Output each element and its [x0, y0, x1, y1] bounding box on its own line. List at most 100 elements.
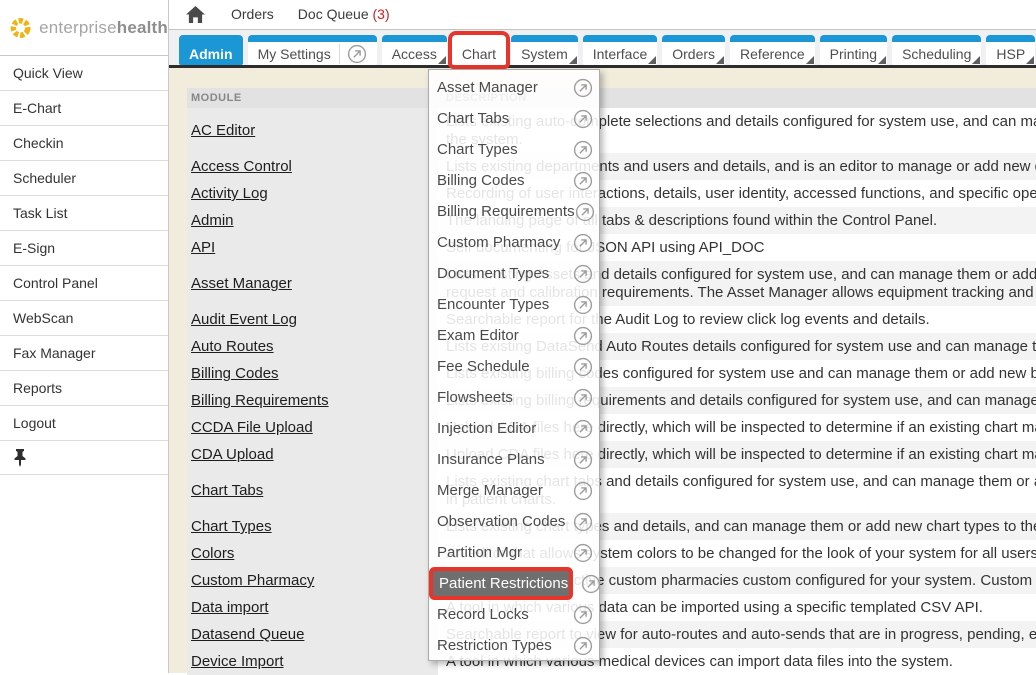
- table-row: Device ImportA tool in which various med…: [187, 648, 1036, 675]
- open-new-window-button[interactable]: [573, 512, 593, 532]
- menu-item-chart-types[interactable]: Chart Types: [429, 134, 599, 165]
- sidebar-item-e-chart[interactable]: E-Chart: [0, 91, 168, 126]
- open-new-window-button[interactable]: [573, 109, 593, 129]
- open-new-window-button[interactable]: [575, 202, 595, 222]
- tab-scheduling[interactable]: Scheduling: [892, 35, 981, 65]
- top-nav: Orders Doc Queue (3): [169, 0, 1036, 30]
- tab-chart[interactable]: Chart: [452, 35, 506, 65]
- sidebar-item-quick-view[interactable]: Quick View: [0, 56, 168, 91]
- module-link-ccda-file-upload[interactable]: CCDA File Upload: [191, 419, 313, 436]
- module-link-colors[interactable]: Colors: [191, 545, 234, 562]
- open-new-window-button[interactable]: [573, 419, 593, 439]
- sidebar-item-webscan[interactable]: WebScan: [0, 301, 168, 336]
- menu-item-label: Encounter Types: [437, 296, 573, 313]
- module-link-chart-types[interactable]: Chart Types: [191, 518, 272, 535]
- table-row: Asset ManagerLists existing Assets and d…: [187, 261, 1036, 306]
- tab-reference[interactable]: Reference: [730, 35, 815, 65]
- open-new-window-button[interactable]: [573, 605, 593, 625]
- sidebar-item-scheduler[interactable]: Scheduler: [0, 161, 168, 196]
- open-new-window-button[interactable]: [573, 140, 593, 160]
- module-link-audit-event-log[interactable]: Audit Event Log: [191, 311, 297, 328]
- tab-interface[interactable]: Interface: [583, 35, 657, 65]
- sidebar-item-checkin[interactable]: Checkin: [0, 126, 168, 161]
- module-link-custom-pharmacy[interactable]: Custom Pharmacy: [191, 572, 314, 589]
- open-new-window-button[interactable]: [573, 388, 593, 408]
- menu-item-chart-tabs[interactable]: Chart Tabs: [429, 103, 599, 134]
- module-cell: Billing Codes: [187, 360, 438, 387]
- menu-item-exam-editor[interactable]: Exam Editor: [429, 320, 599, 351]
- menu-item-insurance-plans[interactable]: Insurance Plans: [429, 444, 599, 475]
- open-new-window-button[interactable]: [573, 171, 593, 191]
- module-link-asset-manager[interactable]: Asset Manager: [191, 275, 292, 292]
- tab-admin[interactable]: Admin: [179, 35, 243, 65]
- circle-arrow-icon: [573, 450, 593, 470]
- module-link-ac-editor[interactable]: AC Editor: [191, 122, 255, 139]
- sidebar-list: Quick ViewE-ChartCheckinSchedulerTask Li…: [0, 56, 168, 441]
- module-link-api[interactable]: API: [191, 239, 215, 256]
- menu-item-asset-manager[interactable]: Asset Manager: [429, 72, 599, 103]
- tab-printing[interactable]: Printing: [820, 35, 887, 65]
- chart-dropdown-menu: Asset ManagerChart TabsChart TypesBillin…: [428, 69, 600, 661]
- menu-item-encounter-types[interactable]: Encounter Types: [429, 289, 599, 320]
- open-new-window-button[interactable]: [573, 636, 593, 656]
- admin-tab-strip: AdminMy SettingsAccessChartSystemInterfa…: [169, 30, 1036, 68]
- tab-access[interactable]: Access: [382, 35, 447, 65]
- menu-item-restriction-types[interactable]: Restriction Types: [429, 630, 599, 661]
- sidebar-item-task-list[interactable]: Task List: [0, 196, 168, 231]
- module-link-activity-log[interactable]: Activity Log: [191, 185, 268, 202]
- nav-link-orders[interactable]: Orders: [231, 6, 274, 22]
- open-new-window-button[interactable]: [573, 450, 593, 470]
- open-new-window-button[interactable]: [573, 295, 593, 315]
- tab-orders[interactable]: Orders: [662, 35, 725, 65]
- menu-item-flowsheets[interactable]: Flowsheets: [429, 382, 599, 413]
- menu-item-injection-editor[interactable]: Injection Editor: [429, 413, 599, 444]
- menu-item-patient-restrictions[interactable]: Patient Restrictions: [429, 568, 599, 599]
- tab-hsp[interactable]: HSP: [986, 35, 1035, 65]
- doc-queue-count-badge: (3): [373, 6, 390, 22]
- sidebar-pin[interactable]: [0, 441, 168, 475]
- open-new-window-button[interactable]: [573, 233, 593, 253]
- menu-item-document-types[interactable]: Document Types: [429, 258, 599, 289]
- module-link-cda-upload[interactable]: CDA Upload: [191, 446, 274, 463]
- menu-item-billing-codes[interactable]: Billing Codes: [429, 165, 599, 196]
- sidebar-item-fax-manager[interactable]: Fax Manager: [0, 336, 168, 371]
- module-link-admin[interactable]: Admin: [191, 212, 234, 229]
- module-cell: Billing Requirements: [187, 387, 438, 414]
- module-link-datasend-queue[interactable]: Datasend Queue: [191, 626, 304, 643]
- module-link-billing-requirements[interactable]: Billing Requirements: [191, 392, 329, 409]
- table-row: Billing CodesLists existing billing code…: [187, 360, 1036, 387]
- module-link-data-import[interactable]: Data import: [191, 599, 269, 616]
- open-new-window-button[interactable]: [573, 357, 593, 377]
- sidebar-item-e-sign[interactable]: E-Sign: [0, 231, 168, 266]
- menu-item-observation-codes[interactable]: Observation Codes: [429, 506, 599, 537]
- open-new-window-button[interactable]: [573, 78, 593, 98]
- circle-arrow-icon: [581, 574, 601, 594]
- open-new-window-button[interactable]: [339, 44, 367, 64]
- menu-item-custom-pharmacy[interactable]: Custom Pharmacy: [429, 227, 599, 258]
- menu-item-record-locks[interactable]: Record Locks: [429, 599, 599, 630]
- module-link-access-control[interactable]: Access Control: [191, 158, 292, 175]
- sidebar-item-control-panel[interactable]: Control Panel: [0, 266, 168, 301]
- menu-item-fee-schedule[interactable]: Fee Schedule: [429, 351, 599, 382]
- tab-system[interactable]: System: [511, 35, 578, 65]
- module-link-device-import[interactable]: Device Import: [191, 653, 284, 670]
- tab-my-settings[interactable]: My Settings: [248, 35, 377, 65]
- sidebar-item-logout[interactable]: Logout: [0, 406, 168, 441]
- module-link-billing-codes[interactable]: Billing Codes: [191, 365, 279, 382]
- module-cell: Activity Log: [187, 180, 438, 207]
- menu-item-partition-mgr[interactable]: Partition Mgr: [429, 537, 599, 568]
- module-link-auto-routes[interactable]: Auto Routes: [191, 338, 274, 355]
- open-new-window-button[interactable]: [581, 574, 601, 594]
- home-icon[interactable]: [186, 6, 205, 23]
- circle-arrow-icon: [573, 605, 593, 625]
- open-new-window-button[interactable]: [573, 481, 593, 501]
- module-link-chart-tabs[interactable]: Chart Tabs: [191, 482, 263, 499]
- open-new-window-button[interactable]: [573, 264, 593, 284]
- nav-link-doc-queue[interactable]: Doc Queue (3): [298, 6, 390, 22]
- menu-item-merge-manager[interactable]: Merge Manager: [429, 475, 599, 506]
- menu-item-billing-requirements[interactable]: Billing Requirements: [429, 196, 599, 227]
- sidebar-item-reports[interactable]: Reports: [0, 371, 168, 406]
- open-new-window-button[interactable]: [573, 543, 593, 563]
- menu-item-label: Merge Manager: [437, 482, 573, 499]
- open-new-window-button[interactable]: [573, 326, 593, 346]
